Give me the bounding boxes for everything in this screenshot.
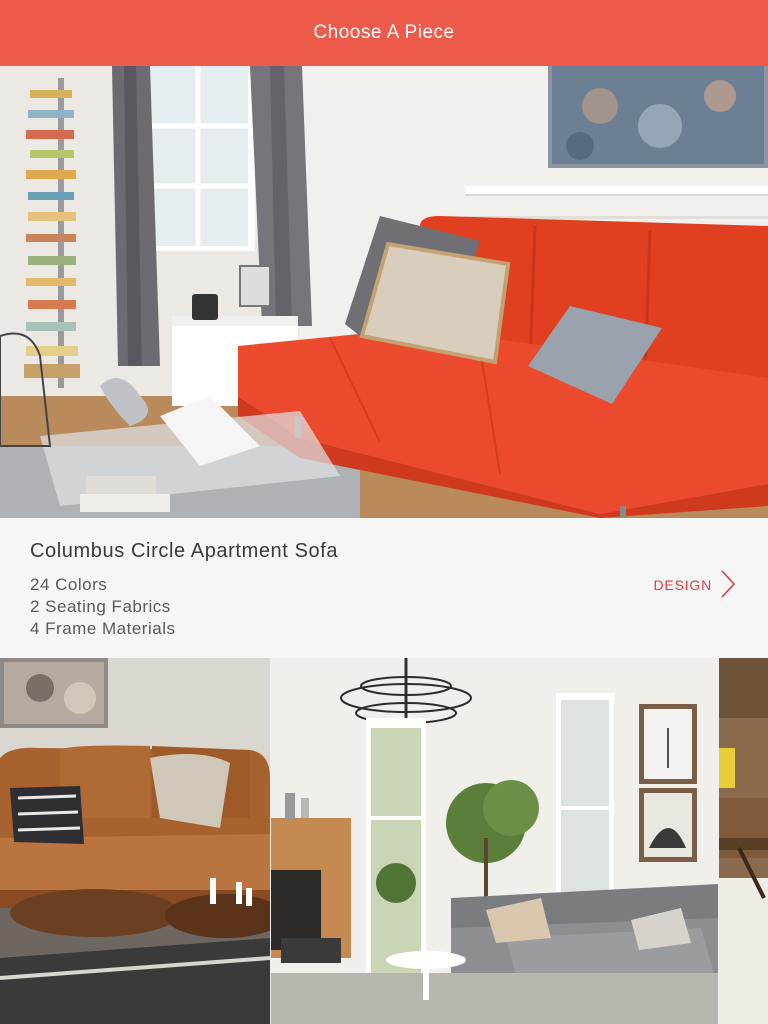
carousel-item-leather-sofa[interactable] [0,658,270,1024]
chevron-right-icon [720,569,736,602]
page-title: Choose A Piece [313,22,455,43]
carousel-item-wood-table[interactable] [719,658,768,1024]
feature-frames: 4 Frame Materials [30,619,176,638]
design-label: DESIGN [653,577,712,593]
piece-features: 24 Colors 2 Seating Fabrics 4 Frame Mate… [30,574,175,640]
featured-sofa-photo [0,66,768,518]
design-button[interactable]: DESIGN [653,569,736,602]
top-bar: Choose A Piece [0,0,768,66]
gray-sectional-photo [271,658,718,1024]
carousel-item-gray-sectional[interactable] [271,658,718,1024]
piece-info: Columbus Circle Apartment Sofa 24 Colors… [0,518,768,658]
featured-image[interactable] [0,66,768,518]
feature-fabrics: 2 Seating Fabrics [30,597,171,616]
wood-table-photo [719,658,768,1024]
leather-sofa-photo [0,658,270,1024]
feature-colors: 24 Colors [30,575,108,594]
piece-carousel[interactable] [0,658,768,1024]
piece-name: Columbus Circle Apartment Sofa [30,540,339,562]
